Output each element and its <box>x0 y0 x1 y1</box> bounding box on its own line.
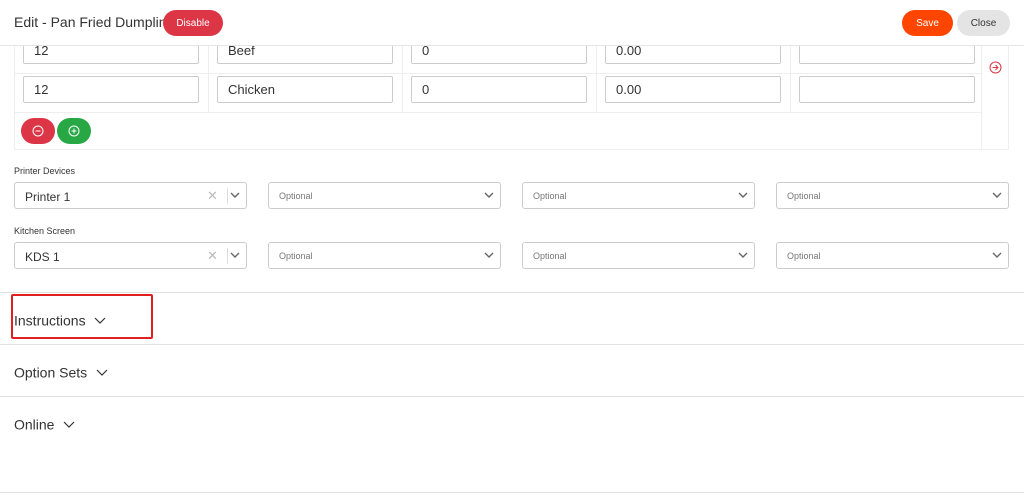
row-action-column <box>981 46 1008 149</box>
chevron-down-icon <box>484 192 494 198</box>
highlight-box <box>11 294 153 339</box>
variant-field-1[interactable] <box>23 46 199 64</box>
table-cell <box>597 66 791 113</box>
modal-header: Edit - Pan Fried Dumpling Disable Save C… <box>0 0 1024 46</box>
table-cell <box>791 66 981 113</box>
section-divider <box>0 344 1024 345</box>
kds-select-4[interactable]: Optional <box>776 242 1009 269</box>
arrow-right-circle-icon[interactable] <box>989 61 1002 74</box>
printer-devices-label: Printer Devices <box>14 166 76 176</box>
close-button[interactable]: Close <box>957 10 1010 36</box>
variant-field-1[interactable] <box>23 76 199 103</box>
select-separator <box>227 248 228 264</box>
chevron-down-icon <box>230 192 240 198</box>
chevron-down-icon <box>992 252 1002 258</box>
variant-field-3[interactable] <box>411 76 587 103</box>
clear-x-icon[interactable]: ✕ <box>207 188 218 204</box>
chevron-down-icon <box>96 369 108 376</box>
clear-x-icon[interactable]: ✕ <box>207 248 218 264</box>
section-divider <box>0 492 1024 493</box>
chevron-down-icon <box>738 192 748 198</box>
variants-table <box>14 46 1009 150</box>
variant-field-5[interactable] <box>799 76 975 103</box>
printer-select-1[interactable]: Printer 1 ✕ <box>14 182 247 209</box>
printer-select-3[interactable]: Optional <box>522 182 755 209</box>
plus-circle-icon <box>68 125 80 137</box>
option-sets-toggle[interactable]: Option Sets <box>14 363 108 380</box>
variant-name-field[interactable] <box>217 46 393 64</box>
kds-select-2[interactable]: Optional <box>268 242 501 269</box>
select-placeholder: Optional <box>533 191 567 201</box>
online-label: Online <box>14 416 55 433</box>
select-placeholder: Optional <box>533 251 567 261</box>
select-separator <box>227 188 228 204</box>
variant-price-field[interactable] <box>605 46 781 64</box>
variant-name-field[interactable] <box>217 76 393 103</box>
section-divider <box>0 292 1024 293</box>
printer-select-value: Printer 1 <box>25 190 71 204</box>
section-divider <box>0 396 1024 397</box>
chevron-down-icon <box>738 252 748 258</box>
remove-row-button[interactable] <box>21 118 55 144</box>
save-button[interactable]: Save <box>902 10 953 36</box>
select-placeholder: Optional <box>279 191 313 201</box>
chevron-down-icon <box>230 252 240 258</box>
select-placeholder: Optional <box>787 251 821 261</box>
variant-field-3[interactable] <box>411 46 587 64</box>
chevron-down-icon <box>992 192 1002 198</box>
variant-field-5[interactable] <box>799 46 975 64</box>
chevron-down-icon <box>63 421 75 428</box>
kitchen-screen-label: Kitchen Screen <box>14 226 76 236</box>
table-cell <box>403 66 597 113</box>
kds-select-value: KDS 1 <box>25 250 60 264</box>
table-cell <box>15 66 209 113</box>
add-row-button[interactable] <box>57 118 91 144</box>
minus-circle-icon <box>32 125 44 137</box>
kds-select-3[interactable]: Optional <box>522 242 755 269</box>
page-title: Edit - Pan Fried Dumpling <box>14 14 175 30</box>
online-toggle[interactable]: Online <box>14 415 75 432</box>
printer-select-2[interactable]: Optional <box>268 182 501 209</box>
disable-button[interactable]: Disable <box>163 10 223 36</box>
select-placeholder: Optional <box>787 191 821 201</box>
variant-price-field[interactable] <box>605 76 781 103</box>
option-sets-label: Option Sets <box>14 364 88 381</box>
select-placeholder: Optional <box>279 251 313 261</box>
table-cell <box>209 66 403 113</box>
printer-select-4[interactable]: Optional <box>776 182 1009 209</box>
table-row <box>15 66 981 113</box>
kds-select-1[interactable]: KDS 1 ✕ <box>14 242 247 269</box>
chevron-down-icon <box>484 252 494 258</box>
